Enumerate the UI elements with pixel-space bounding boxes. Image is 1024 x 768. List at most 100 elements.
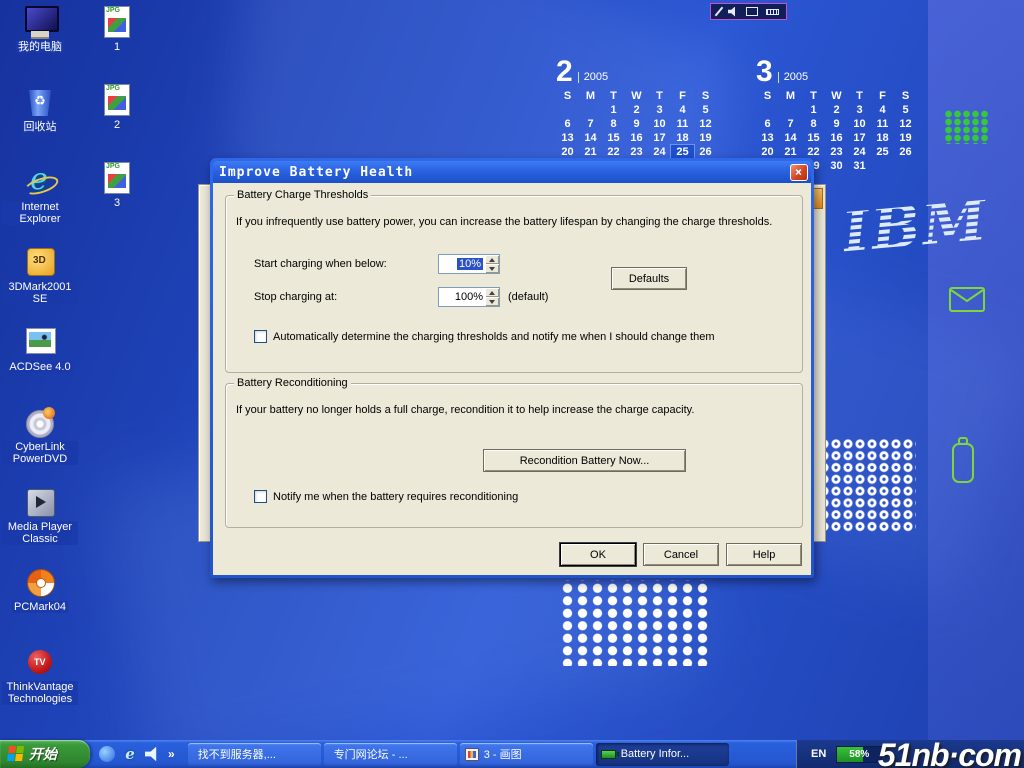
calendar-week-row: 13141516171819 [556,131,717,145]
stop-threshold-field[interactable]: 100% [438,287,485,307]
task-button-list: 找不到服务器,... 专门网论坛 - ... 3 - 画图 Battery Infor… [184,740,729,768]
spin-up-button[interactable] [485,288,499,297]
calendar-year: 2005 [578,72,608,83]
close-icon[interactable]: × [790,164,808,181]
task-button-3[interactable]: 3 - 画图 [460,743,593,766]
desktop-icon-pcmark04[interactable]: PCMark04 [2,562,78,642]
calendar-day: 4 [871,103,894,117]
taskbar: 开始 e» 找不到服务器,...专门网论坛 - ...3 - 画图Battery… [0,740,1024,768]
calendar-day: 15 [802,131,825,145]
calendar-day: 6 [756,117,779,131]
calendar-day [894,159,917,173]
spin-down-button[interactable] [485,297,499,306]
desktop-icon-label: ACDSee 4.0 [7,361,72,373]
task-button-4[interactable]: Battery Infor... [596,743,729,766]
auto-determine-checkbox[interactable] [254,330,267,343]
auto-determine-row: Automatically determine the charging thr… [254,330,714,343]
floating-toolbar[interactable] [710,3,787,20]
display-icon[interactable] [746,7,758,16]
ok-button[interactable]: OK [560,543,636,566]
calendar-year: 2005 [778,72,808,83]
calendar-day [579,103,602,117]
ibm-wallpaper-logo: IBM [839,186,991,266]
calendar-day: 26 [694,145,717,159]
battery-icon-decoration [946,436,980,486]
calendar-day: 10 [848,117,871,131]
pcmark04-icon [23,566,57,598]
calendar-dow-cell: S [694,89,717,103]
calendar-day [756,103,779,117]
calendar-day: 25 [671,145,694,159]
cyberlink-powerdvd-icon [23,406,57,438]
calendar-day: 12 [694,117,717,131]
desktop-icon-internet-explorer[interactable]: Internet Explorer [2,162,78,242]
help-button[interactable]: Help [726,543,802,566]
volume-launcher-icon[interactable] [145,746,161,762]
keyboard-icon[interactable] [766,9,779,15]
media-launcher-icon[interactable] [99,746,115,762]
stop-threshold-spinner[interactable]: 100% [438,287,500,307]
calendar-dow-cell: T [802,89,825,103]
start-button[interactable]: 开始 [0,740,90,768]
jpg-thumbnail [108,18,126,32]
notify-reconditioning-checkbox[interactable] [254,490,267,503]
calendar-day: 9 [825,117,848,131]
calendar-day: 31 [848,159,871,173]
defaults-button[interactable]: Defaults [611,267,687,290]
spin-down-button[interactable] [485,264,499,273]
calendar-day: 13 [756,131,779,145]
calendar-day: 8 [602,117,625,131]
cancel-button[interactable]: Cancel [643,543,719,566]
calendar-day: 16 [625,131,648,145]
dialog-titlebar[interactable]: Improve Battery Health × [213,161,811,183]
desktop-icon-jpg-file-2[interactable]: JPG2 [94,80,140,158]
default-suffix-label: (default) [508,291,548,303]
desktop-icon-my-computer[interactable]: 我的电脑 [2,2,78,82]
start-threshold-spinner[interactable]: 10% [438,254,500,274]
task-button-2[interactable]: 专门网论坛 - ... [324,743,457,766]
desktop-icon-jpg-file-1[interactable]: JPG1 [94,2,140,80]
calendar-day: 1 [602,103,625,117]
quick-launch-overflow-button[interactable]: » [168,747,175,761]
quick-launch-bar: e» [90,740,184,768]
task-button-label: 3 - 画图 [484,746,522,762]
battery-indicator[interactable]: 58% [836,746,882,763]
volume-icon[interactable] [728,7,738,17]
reconditioning-description: If your battery no longer holds a full c… [236,404,694,416]
calendar-day: 20 [556,145,579,159]
start-threshold-field[interactable]: 10% [438,254,485,274]
dialog-body: Battery Charge Thresholds If you infrequ… [213,183,811,575]
jpg-icon-label: 1 [112,41,122,53]
jpg-file-icon: JPG [104,84,130,116]
calendar-week-row: 6789101112 [756,117,917,131]
desktop-icon-acdsee-40[interactable]: ACDSee 4.0 [2,322,78,402]
media-player-classic-icon [23,486,57,518]
desktop-icon-recycle-bin[interactable]: 回收站 [2,82,78,162]
desktop-icon-jpg-file-3[interactable]: JPG3 [94,158,140,236]
desktop-icon-label: 3DMark2001 SE [2,281,78,305]
calendar-day: 21 [779,145,802,159]
task-button-1[interactable]: 找不到服务器,... [188,743,321,766]
wallpaper-grid-icon [944,110,988,144]
recondition-battery-button[interactable]: Recondition Battery Now... [483,449,686,472]
desktop-icon-thinkvantage-technologies[interactable]: ThinkVantage Technologies [2,642,78,722]
desktop-icon-label: CyberLink PowerDVD [2,441,78,465]
start-charging-label: Start charging when below: [254,258,387,270]
task-button-label: 专门网论坛 - ... [334,746,408,762]
language-indicator[interactable]: EN [811,748,826,760]
desktop-icon-media-player-classic[interactable]: Media Player Classic [2,482,78,562]
calendar-dow-cell: F [871,89,894,103]
calendar-day: 19 [694,131,717,145]
desktop-icon-3dmark2001-se[interactable]: 3DMark2001 SE [2,242,78,322]
battery-reconditioning-group: Battery Reconditioning If your battery n… [225,383,803,528]
calendar-week-row: 20212223242526 [756,145,917,159]
internet-explorer-launcher-icon[interactable]: e [122,746,138,762]
desktop-icon-label: 回收站 [22,121,59,133]
spin-up-button[interactable] [485,255,499,264]
calendar-day: 13 [556,131,579,145]
calendar-day: 3 [848,103,871,117]
wallpaper-ring-grid [818,438,916,532]
start-button-label: 开始 [29,744,57,764]
desktop-icon-cyberlink-powerdvd[interactable]: CyberLink PowerDVD [2,402,78,482]
pen-icon[interactable] [715,7,724,17]
